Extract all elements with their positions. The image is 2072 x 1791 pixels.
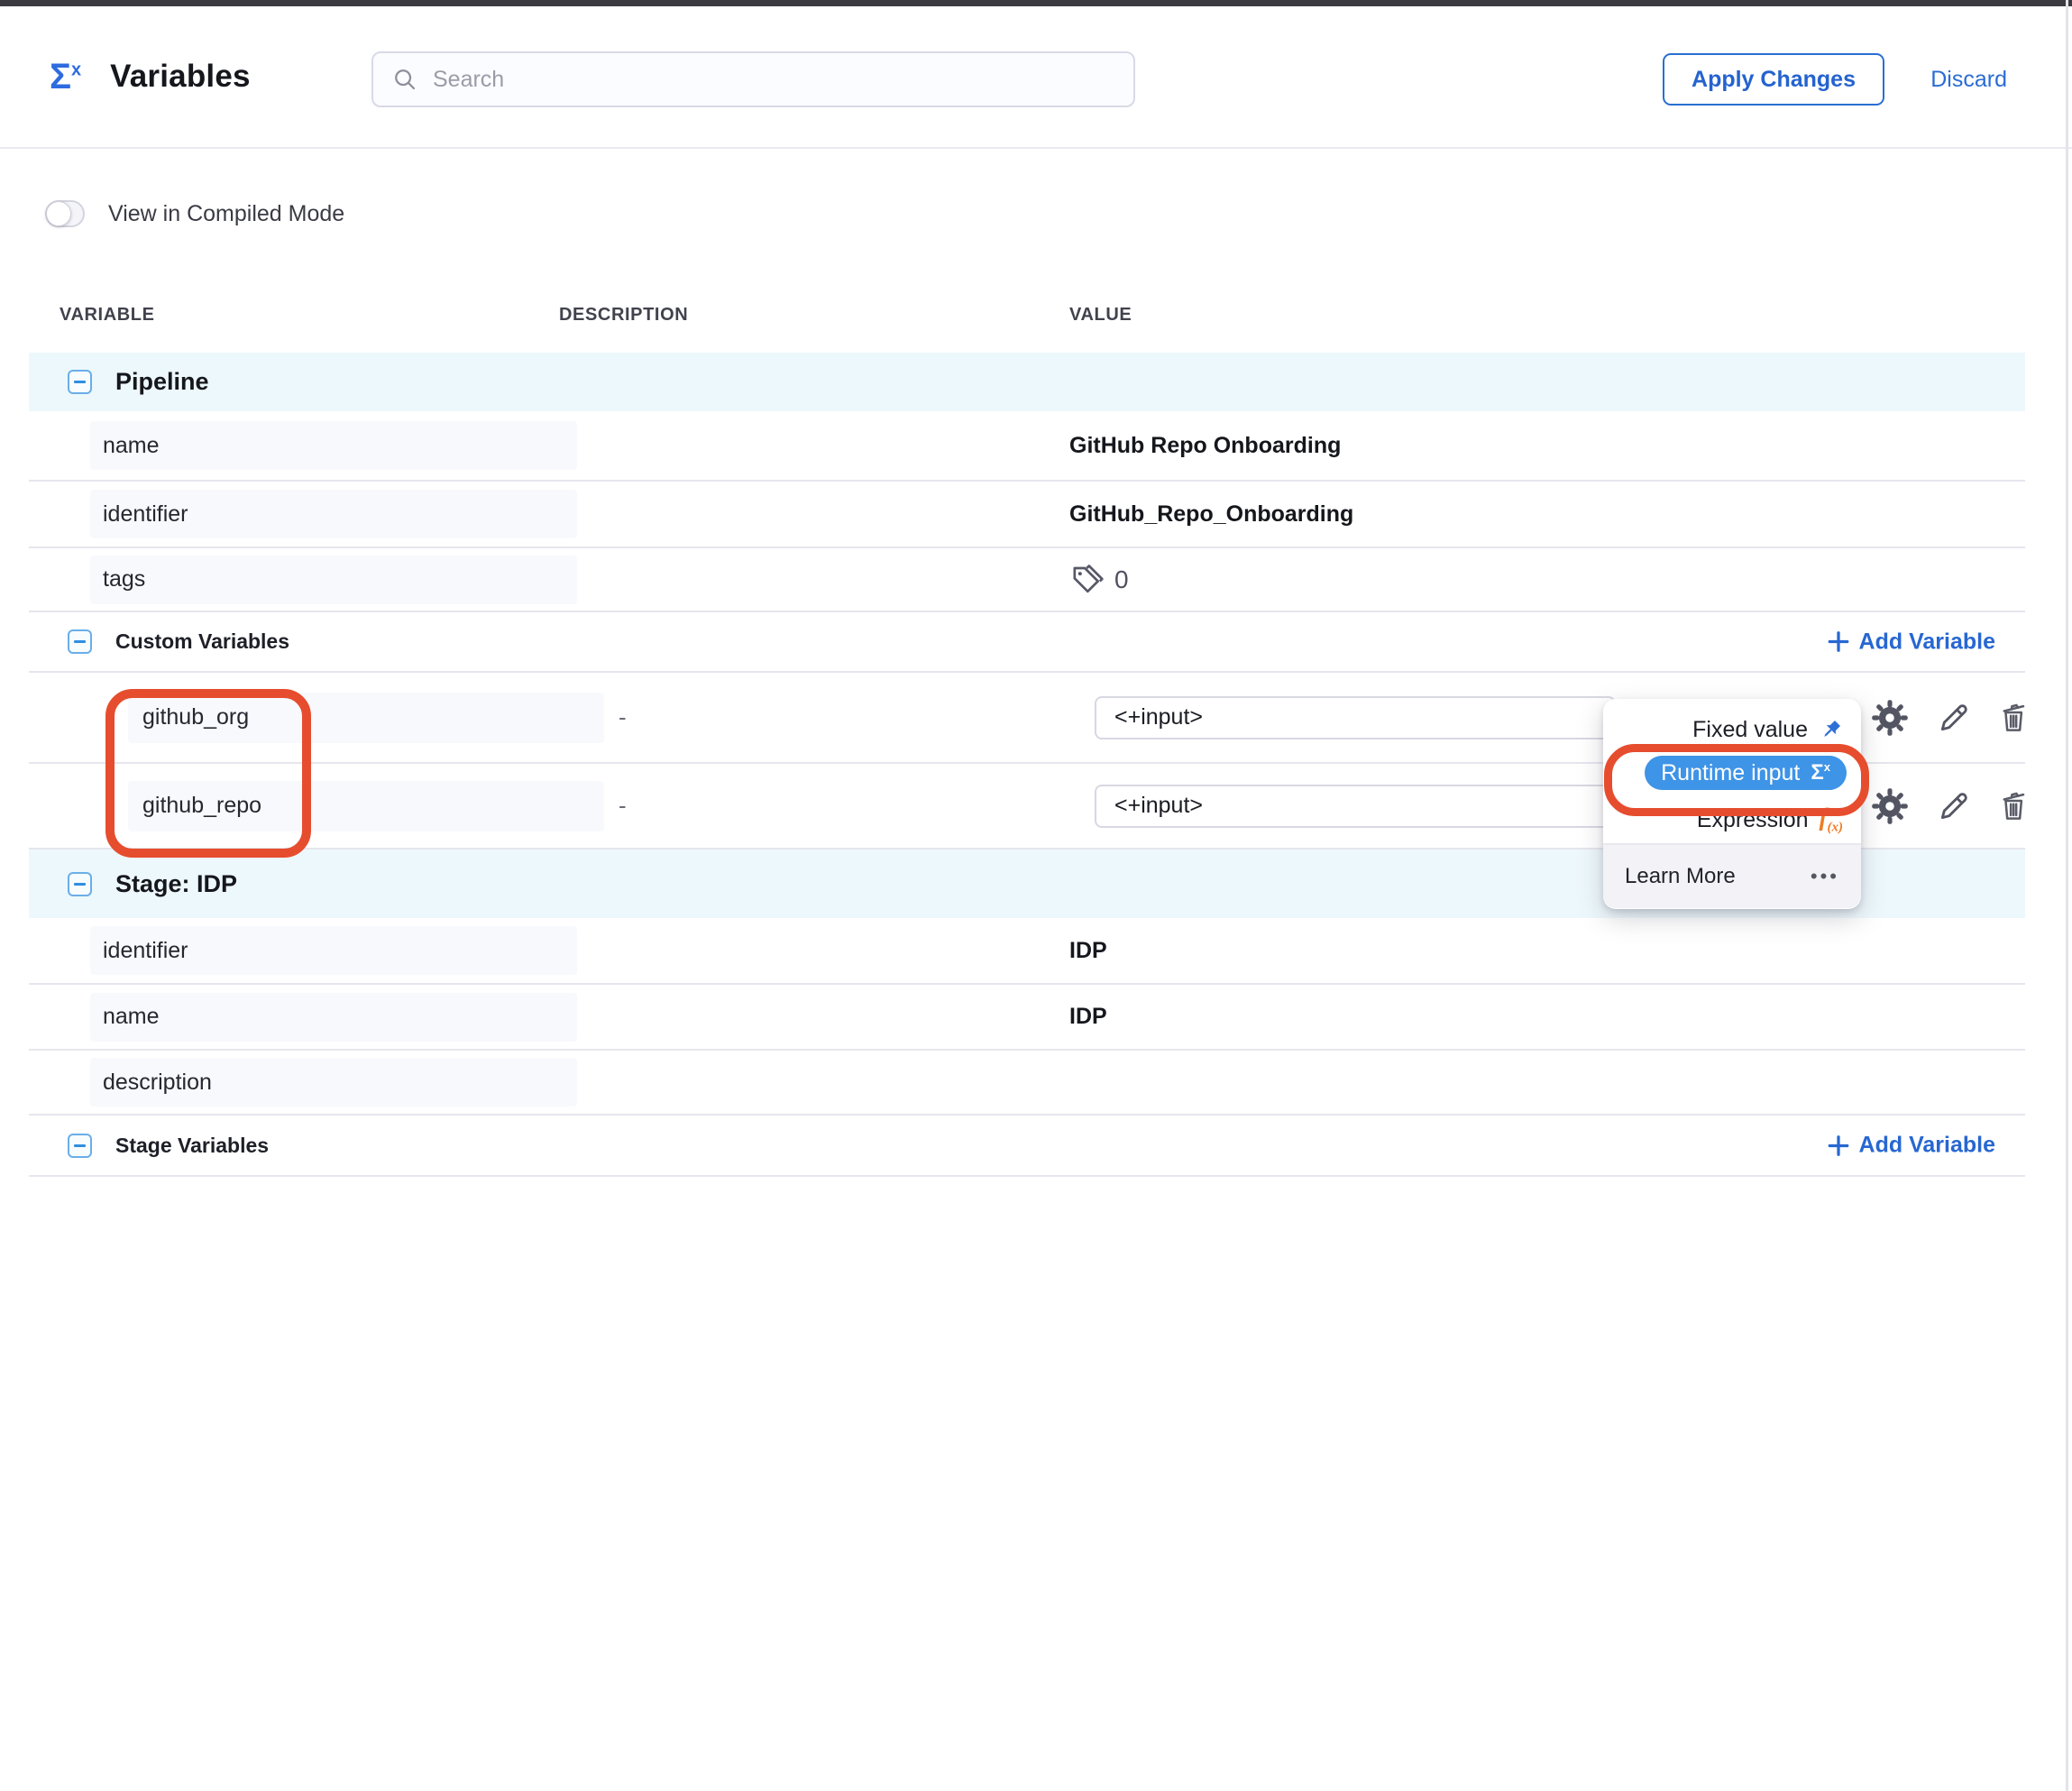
collapse-icon[interactable] xyxy=(68,629,92,654)
subheader-custom-variables: Custom Variables Add Variable xyxy=(29,612,2025,673)
subsection-title: Custom Variables xyxy=(115,629,289,654)
edit-pencil-icon[interactable] xyxy=(1935,788,1971,824)
delete-trash-icon[interactable] xyxy=(1996,701,2031,735)
row-label: name xyxy=(90,421,577,470)
row-value: 0 xyxy=(1064,562,2025,598)
row-label: identifier xyxy=(90,490,577,538)
add-variable-button[interactable]: Add Variable xyxy=(1827,1133,1995,1159)
row-label: identifier xyxy=(90,926,577,975)
tag-icon xyxy=(1069,562,1105,598)
runtime-input-field[interactable]: <+input> xyxy=(1095,785,1616,828)
row-value: GitHub_Repo_Onboarding xyxy=(1064,501,2025,528)
runtime-input-field[interactable]: <+input> xyxy=(1095,696,1616,739)
row-value: IDP xyxy=(1064,1004,2025,1030)
subsection-title: Stage Variables xyxy=(115,1134,269,1158)
menu-item-fixed-value[interactable]: Fixed value xyxy=(1603,710,1861,749)
row-label: description xyxy=(90,1058,577,1107)
collapse-icon[interactable] xyxy=(68,370,92,394)
fx-expression-icon: f(x) xyxy=(1820,804,1844,835)
settings-gear-icon[interactable] xyxy=(1870,698,1910,738)
variables-panel: Σx Variables Apply Changes Discard View … xyxy=(0,0,2072,1791)
column-variable: VARIABLE xyxy=(29,305,559,326)
table-row-pipeline-identifier: identifier GitHub_Repo_Onboarding xyxy=(29,482,2025,548)
table-row-stage-description: description xyxy=(29,1051,2025,1116)
sigma-variables-icon: Σx xyxy=(50,59,81,95)
plus-icon xyxy=(1827,1134,1850,1157)
compiled-mode-toggle-row: View in Compiled Mode xyxy=(45,200,344,227)
row-label: name xyxy=(90,993,577,1042)
panel-header: Σx Variables Apply Changes Discard xyxy=(0,6,2072,149)
row-label: tags xyxy=(90,556,577,604)
more-options-dots[interactable]: ••• xyxy=(1811,865,1839,888)
page-title: Variables xyxy=(110,59,251,95)
edit-pencil-icon[interactable] xyxy=(1935,700,1971,736)
toggle-knob xyxy=(46,201,71,226)
sigma-runtime-icon: Σx xyxy=(1811,760,1830,785)
learn-more-link[interactable]: Learn More xyxy=(1625,864,1736,889)
collapse-icon[interactable] xyxy=(68,1134,92,1158)
add-variable-button[interactable]: Add Variable xyxy=(1827,629,1995,655)
column-description: DESCRIPTION xyxy=(559,305,1064,326)
row-value: IDP xyxy=(1064,938,2025,964)
table-row-stage-name: name IDP xyxy=(29,985,2025,1051)
search-icon xyxy=(391,66,418,93)
compiled-mode-toggle[interactable] xyxy=(45,200,85,227)
variable-value-cell: <+input> xyxy=(1064,673,2025,762)
apply-changes-button[interactable]: Apply Changes xyxy=(1663,53,1884,106)
search-box[interactable] xyxy=(371,51,1135,107)
scrollbar-track[interactable] xyxy=(2066,0,2068,1791)
variable-name: github_repo xyxy=(128,781,604,831)
tag-count: 0 xyxy=(1114,565,1129,594)
value-type-menu: Fixed value Runtime input Σx Expression … xyxy=(1603,699,1861,909)
search-input[interactable] xyxy=(431,66,1084,94)
window-top-bar xyxy=(0,0,2072,6)
discard-button[interactable]: Discard xyxy=(1930,53,2007,106)
section-title: Pipeline xyxy=(115,368,209,396)
variable-value-cell: <+input> xyxy=(1064,764,2025,848)
menu-item-expression[interactable]: Expression f(x) xyxy=(1603,796,1861,843)
delete-trash-icon[interactable] xyxy=(1996,789,2031,823)
pushpin-icon xyxy=(1819,718,1843,742)
table-column-headers: VARIABLE DESCRIPTION VALUE xyxy=(29,305,2025,326)
column-value: VALUE xyxy=(1064,305,2025,326)
collapse-icon[interactable] xyxy=(68,872,92,896)
variable-description: - xyxy=(559,703,1064,731)
table-row-stage-identifier: identifier IDP xyxy=(29,918,2025,985)
row-value: GitHub Repo Onboarding xyxy=(1064,433,2025,459)
row-actions xyxy=(1870,786,2031,826)
compiled-mode-label: View in Compiled Mode xyxy=(108,201,344,227)
table-row-pipeline-tags: tags 0 xyxy=(29,548,2025,612)
subheader-stage-variables: Stage Variables Add Variable xyxy=(29,1116,2025,1177)
runtime-input-selected-pill[interactable]: Runtime input Σx xyxy=(1645,756,1847,790)
plus-icon xyxy=(1827,630,1850,654)
settings-gear-icon[interactable] xyxy=(1870,786,1910,826)
section-row-pipeline[interactable]: Pipeline xyxy=(29,353,2025,411)
variable-description: - xyxy=(559,792,1064,820)
row-actions xyxy=(1870,698,2031,738)
menu-footer: Learn More ••• xyxy=(1603,843,1861,908)
section-title: Stage: IDP xyxy=(115,870,237,898)
variable-name: github_org xyxy=(128,693,604,743)
menu-item-runtime-input[interactable]: Runtime input Σx xyxy=(1603,749,1861,796)
table-row-pipeline-name: name GitHub Repo Onboarding xyxy=(29,411,2025,482)
